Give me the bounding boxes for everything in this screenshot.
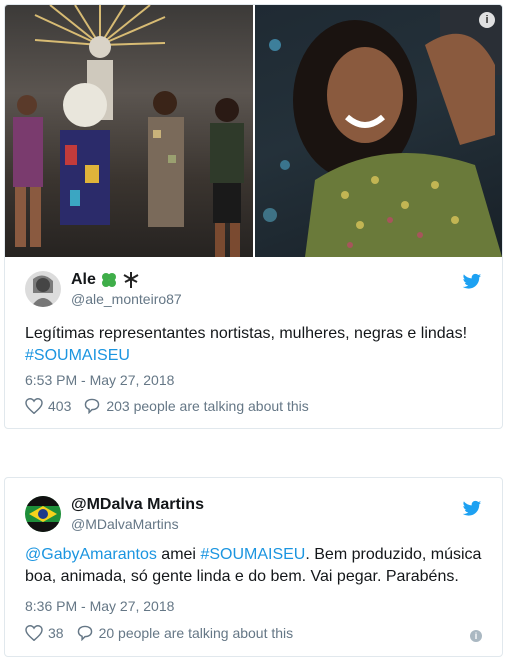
- tweet-header: @MDalva Martins @MDalvaMartins: [25, 496, 204, 532]
- display-name-row[interactable]: @MDalva Martins: [71, 496, 204, 514]
- tweet-timestamp[interactable]: 8:36 PM - May 27, 2018: [25, 598, 174, 614]
- heart-icon[interactable]: [25, 398, 43, 414]
- tweet-text-body: Legítimas representantes nortistas, mulh…: [25, 325, 468, 342]
- display-name-row[interactable]: Ale: [71, 271, 182, 289]
- talking-count: 203 people are talking about this: [106, 398, 309, 414]
- avatar[interactable]: [25, 271, 61, 307]
- tweet-text: Legítimas representantes nortistas, mulh…: [25, 323, 485, 367]
- tweet-header: Ale @ale_monteiro87: [25, 271, 182, 307]
- like-action[interactable]: 403: [25, 398, 71, 414]
- tweet-text: @GabyAmarantos amei #SOUMAISEU. Bem prod…: [25, 544, 485, 588]
- photo-runway-illustration: [13, 5, 244, 257]
- talking-count: 20 people are talking about this: [98, 625, 294, 641]
- avatar-image: [25, 496, 61, 532]
- photo-woman-illustration: [263, 5, 502, 257]
- media-info-icon[interactable]: i: [479, 12, 495, 28]
- palm-tree-icon: [123, 272, 139, 288]
- photo-smiling-woman[interactable]: i: [255, 5, 502, 257]
- tweet-card-ale[interactable]: i Ale @ale_monteiro87 Legítimas represen…: [4, 4, 503, 429]
- avatar[interactable]: [25, 496, 61, 532]
- like-action[interactable]: 38: [25, 625, 64, 641]
- twitter-bird-icon[interactable]: [462, 500, 482, 518]
- user-names: @MDalva Martins @MDalvaMartins: [71, 496, 204, 532]
- four-leaf-clover-icon: [101, 273, 116, 287]
- talking-action[interactable]: 203 people are talking about this: [83, 398, 309, 414]
- tweet-timestamp[interactable]: 6:53 PM - May 27, 2018: [25, 372, 174, 388]
- mention-link[interactable]: @GabyAmarantos: [25, 546, 157, 563]
- tweet-actions: 403 203 people are talking about this: [25, 398, 321, 414]
- display-name[interactable]: @MDalva Martins: [71, 496, 204, 514]
- tweet-info-icon[interactable]: i: [470, 630, 482, 642]
- like-count: 403: [48, 398, 72, 414]
- speech-bubble-icon[interactable]: [83, 398, 101, 414]
- user-handle[interactable]: @MDalvaMartins: [71, 516, 204, 532]
- like-count: 38: [48, 625, 64, 641]
- tweet-card-mdalva[interactable]: @MDalva Martins @MDalvaMartins @GabyAmar…: [4, 477, 503, 657]
- tweet-text-mid: amei: [156, 546, 201, 563]
- user-names: Ale @ale_monteiro87: [71, 271, 182, 307]
- display-name[interactable]: Ale: [71, 271, 96, 289]
- user-handle[interactable]: @ale_monteiro87: [71, 291, 182, 307]
- speech-bubble-icon[interactable]: [76, 625, 94, 641]
- twitter-bird-icon[interactable]: [462, 273, 482, 291]
- hashtag-link[interactable]: #SOUMAISEU: [200, 546, 305, 563]
- heart-icon[interactable]: [25, 625, 43, 641]
- tweet-media[interactable]: i: [5, 5, 502, 257]
- hashtag-link[interactable]: #SOUMAISEU: [25, 347, 130, 364]
- tweet-actions: 38 20 people are talking about this: [25, 625, 305, 641]
- photo-runway-group[interactable]: [5, 5, 253, 257]
- avatar-image: [25, 271, 61, 307]
- talking-action[interactable]: 20 people are talking about this: [76, 625, 294, 641]
